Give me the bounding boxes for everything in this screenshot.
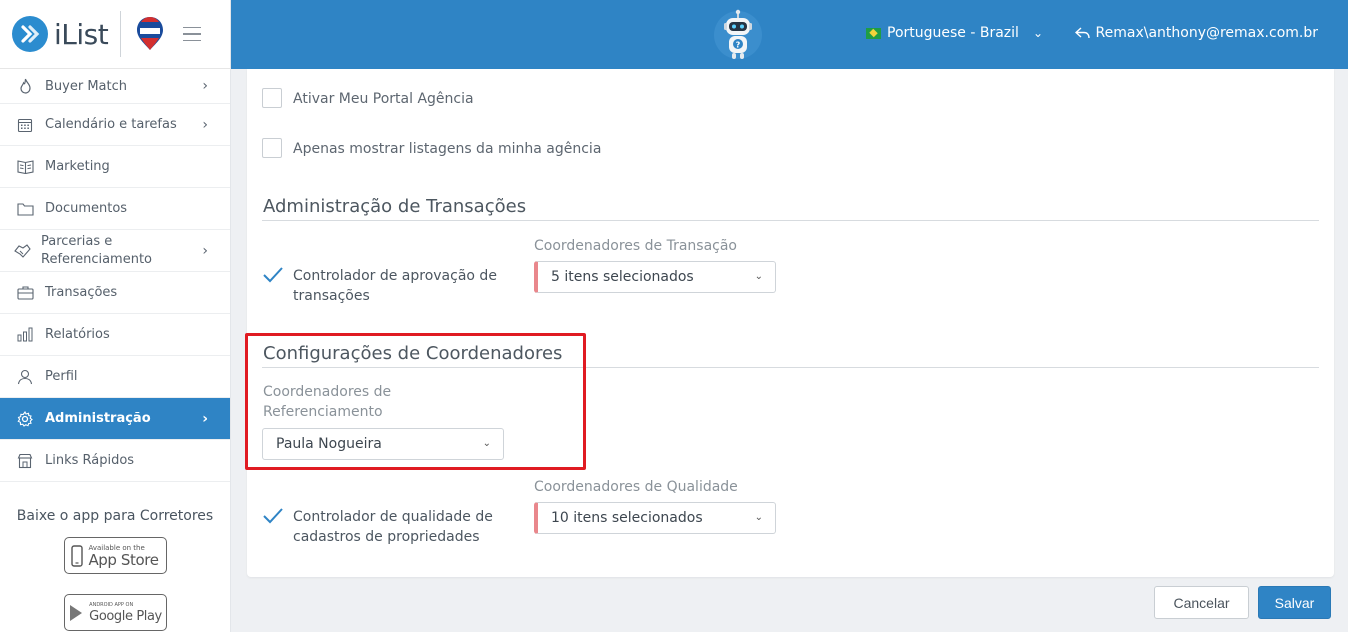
coordinators-section-title: Configurações de Coordenadores	[263, 343, 563, 364]
sidebar-item-label: Buyer Match	[45, 78, 127, 94]
quality-checkbox-row[interactable]: Controlador de qualidade de cadastros de…	[262, 507, 513, 547]
user-identity-label: Remax\anthony@remax.com.br	[1095, 25, 1318, 41]
language-selector[interactable]: Portuguese - Brazil ⌄	[866, 25, 1043, 41]
chevron-right-icon: ›	[202, 410, 208, 427]
section-divider	[262, 367, 1319, 368]
admin-settings-card: Ativar Meu Portal Agência Apenas mostrar…	[247, 69, 1334, 577]
approval-checkbox-label: Controlador de aprovação de transações	[293, 268, 497, 304]
sidebar-item-reports[interactable]: Relatórios	[0, 314, 230, 356]
chevron-down-icon: ⌄	[754, 511, 763, 523]
quality-coordinators-value: 10 itens selecionados	[551, 510, 703, 526]
referral-coordinators-label: Coordenadores de Referenciamento	[263, 384, 392, 420]
portal-checkbox[interactable]	[262, 88, 282, 108]
google-play-big-text: Google Play	[89, 608, 162, 624]
sidebar-nav: Buyer Match › Calendário e tarefas › Mar…	[0, 69, 230, 482]
portal-checkbox-row[interactable]: Ativar Meu Portal Agência	[262, 88, 474, 109]
user-account-menu[interactable]: Remax\anthony@remax.com.br	[1074, 25, 1318, 41]
sidebar-item-administration[interactable]: Administração ›	[0, 398, 230, 440]
quality-coordinators-label: Coordenadores de Qualidade	[534, 479, 738, 495]
transaction-coordinators-value: 5 itens selecionados	[551, 269, 694, 285]
checkmark-icon[interactable]	[262, 507, 284, 525]
sidebar: iList Buyer Match › Calendário e tarefas…	[0, 0, 231, 632]
save-button[interactable]: Salvar	[1258, 586, 1331, 619]
google-play-button[interactable]: ANDROID APP ON Google Play	[63, 594, 167, 631]
sidebar-item-calendar[interactable]: Calendário e tarefas ›	[0, 104, 230, 146]
logo-divider	[120, 11, 122, 57]
fire-icon	[16, 77, 34, 95]
referral-coordinators-select[interactable]: Paula Nogueira ⌄	[262, 428, 504, 460]
svg-text:?: ?	[736, 41, 741, 50]
reply-arrow-icon	[1074, 27, 1090, 39]
quality-checkbox-label: Controlador de qualidade de cadastros de…	[293, 509, 493, 545]
calendar-icon	[16, 116, 34, 134]
sidebar-item-label: Transações	[45, 285, 118, 300]
sidebar-item-label: Documentos	[45, 201, 128, 216]
sidebar-item-label: Parcerias e Referenciamento	[41, 233, 152, 267]
sidebar-item-label: Administração	[45, 411, 151, 426]
cancel-button[interactable]: Cancelar	[1154, 586, 1249, 619]
briefcase-icon	[16, 284, 34, 302]
book-icon	[16, 158, 34, 176]
sidebar-item-documents[interactable]: Documentos	[0, 188, 230, 230]
handshake-icon	[13, 242, 31, 260]
referral-coordinators-value: Paula Nogueira	[276, 436, 382, 452]
chevron-down-icon: ⌄	[1032, 26, 1043, 40]
sidebar-item-label: Calendário e tarefas	[45, 117, 177, 132]
gear-icon	[16, 410, 34, 428]
app-download-title: Baixe o app para Corretores	[16, 508, 214, 524]
sidebar-item-label: Relatórios	[45, 327, 110, 342]
google-play-small-text: ANDROID APP ON	[89, 601, 134, 608]
transaction-coordinators-select[interactable]: 5 itens selecionados ⌄	[534, 261, 776, 293]
portal-checkbox-label: Ativar Meu Portal Agência	[293, 91, 474, 107]
section-divider	[262, 220, 1319, 221]
listings-checkbox-label: Apenas mostrar listagens da minha agênci…	[293, 141, 602, 157]
transaction-coordinators-label: Coordenadores de Transação	[534, 238, 737, 254]
chevron-right-icon: ›	[202, 242, 208, 259]
hamburger-menu-icon[interactable]	[183, 26, 202, 42]
bar-chart-icon	[16, 326, 34, 344]
play-icon	[70, 604, 83, 621]
logo-text: iList	[54, 17, 109, 51]
logo-bar: iList	[0, 0, 230, 69]
listings-checkbox-row[interactable]: Apenas mostrar listagens da minha agênci…	[262, 138, 602, 159]
top-header: ? Portuguese - Brazil ⌄ Remax\anthony@re…	[231, 0, 1348, 69]
sidebar-item-label: Perfil	[45, 369, 78, 384]
transactions-section-title: Administração de Transações	[263, 196, 527, 217]
store-icon	[16, 452, 34, 470]
sidebar-item-quick-links[interactable]: Links Rápidos	[0, 440, 230, 482]
sidebar-item-partnerships[interactable]: Parcerias e Referenciamento ›	[0, 230, 230, 272]
brazil-flag-icon	[866, 27, 881, 39]
chevron-right-icon: ›	[202, 78, 208, 94]
language-label: Portuguese - Brazil	[887, 25, 1019, 41]
sidebar-item-profile[interactable]: Perfil	[0, 356, 230, 398]
sidebar-item-label: Marketing	[45, 159, 110, 174]
chevron-down-icon: ⌄	[482, 437, 491, 449]
sidebar-item-buyer-match[interactable]: Buyer Match ›	[0, 69, 230, 104]
app-store-big-text: App Store	[88, 550, 159, 569]
folder-icon	[16, 200, 34, 218]
remax-balloon-logo-icon	[137, 17, 164, 50]
chevron-right-icon: ›	[202, 116, 208, 133]
user-icon	[16, 368, 34, 386]
approval-checkbox-row[interactable]: Controlador de aprovação de transações	[262, 266, 513, 306]
robot-assistant-icon[interactable]: ?	[713, 8, 763, 62]
sidebar-item-marketing[interactable]: Marketing	[0, 146, 230, 188]
app-store-button[interactable]: Available on the App Store	[63, 537, 167, 574]
sidebar-item-label: Links Rápidos	[45, 453, 135, 468]
phone-icon	[71, 544, 84, 567]
ilist-logo-icon[interactable]	[12, 16, 48, 52]
quality-coordinators-select[interactable]: 10 itens selecionados ⌄	[534, 502, 776, 534]
checkmark-icon[interactable]	[262, 266, 284, 284]
listings-checkbox[interactable]	[262, 138, 282, 158]
chevron-down-icon: ⌄	[754, 270, 763, 282]
sidebar-item-transactions[interactable]: Transações	[0, 272, 230, 314]
